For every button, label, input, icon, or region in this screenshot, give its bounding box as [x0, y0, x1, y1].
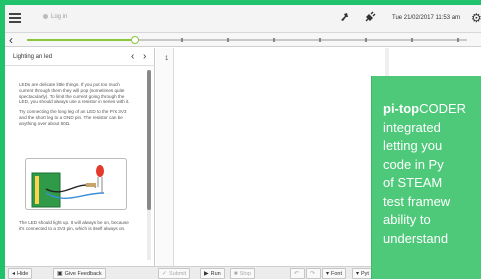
- undo-button[interactable]: ↶: [290, 268, 306, 279]
- user-avatar-icon: [43, 14, 48, 19]
- lesson-header: Lighting an led ‹ ›: [5, 48, 155, 66]
- lesson-timeline: ‹: [5, 33, 481, 47]
- lesson-title: Lighting an led: [13, 54, 53, 60]
- prev-lesson-button[interactable]: ‹: [131, 51, 134, 62]
- timeline-step[interactable]: [273, 38, 275, 42]
- lesson-content: LEDs are delicate little things. If you …: [19, 82, 133, 131]
- font-button[interactable]: ▾ Font: [322, 268, 347, 279]
- timeline-step[interactable]: [365, 38, 367, 42]
- promo-headline: pi-topCODER: [383, 100, 481, 119]
- datetime-display: Tue 21/02/2017 11:53 am: [392, 15, 461, 21]
- timeline-handle[interactable]: [131, 36, 139, 44]
- lesson-panel: Lighting an led ‹ › LEDs are delicate li…: [5, 48, 155, 266]
- line-number: 1: [165, 56, 169, 62]
- lesson-content-lower: The LED should light up. It will always …: [19, 220, 133, 236]
- redo-icon: ↷: [310, 271, 316, 277]
- plug-icon[interactable]: [363, 11, 377, 25]
- gear-icon[interactable]: ⚙: [471, 11, 481, 25]
- top-bar: Log in Tue 21/02/2017 11:53 am ⚙: [5, 5, 481, 33]
- chevron-left-icon[interactable]: ‹: [9, 33, 13, 47]
- lesson-paragraph: LEDs are delicate little things. If you …: [19, 82, 130, 105]
- run-button[interactable]: ▶ Run: [200, 268, 225, 279]
- feedback-label: Give Feedback: [64, 271, 102, 277]
- editor-gutter: 1: [156, 48, 174, 266]
- lesson-paragraph: Try connecting the long leg of an LED to…: [19, 109, 127, 126]
- promo-brand: pi-top: [383, 101, 420, 116]
- stop-icon: ■: [234, 271, 238, 277]
- python-label: Pyt: [361, 271, 369, 277]
- lesson-scrollbar-thumb[interactable]: [147, 70, 151, 210]
- promo-line: understand: [383, 230, 449, 246]
- feedback-icon: ▣: [57, 271, 63, 277]
- promo-panel: pi-topCODER integrated letting you code …: [371, 76, 481, 279]
- promo-line: of STEAM: [383, 175, 443, 190]
- timeline-step[interactable]: [181, 38, 183, 42]
- next-lesson-button[interactable]: ›: [143, 51, 146, 62]
- promo-line: test framew: [383, 193, 451, 209]
- submit-button[interactable]: ✓ Submit: [158, 268, 191, 279]
- timeline-step[interactable]: [227, 38, 229, 42]
- user-login[interactable]: Log in: [43, 14, 67, 20]
- font-label: Font: [331, 271, 343, 277]
- stop-button[interactable]: ■ Stop: [230, 268, 255, 279]
- feedback-button[interactable]: ▣ Give Feedback: [53, 268, 106, 279]
- hide-button[interactable]: ◂ Hide: [8, 268, 33, 279]
- hide-label: Hide: [17, 271, 29, 277]
- circuit-diagram: [25, 158, 127, 210]
- run-label: Run: [210, 271, 221, 277]
- page: { "topbar": { "menu_icon": "hamburger-me…: [0, 0, 481, 279]
- font-size-icon: ▾: [326, 271, 330, 277]
- promo-line: letting you: [383, 138, 443, 153]
- promo-line: code in Py: [383, 156, 444, 172]
- language-icon: ▾: [356, 271, 360, 277]
- stop-label: Stop: [239, 271, 251, 277]
- submit-label: Submit: [169, 271, 187, 277]
- hamburger-menu-icon[interactable]: [9, 13, 21, 24]
- promo-brand-rest: CODER: [419, 101, 467, 116]
- timeline-step[interactable]: [411, 38, 413, 42]
- redo-button[interactable]: ↷: [306, 268, 322, 279]
- undo-icon: ↶: [294, 271, 300, 277]
- lesson-paragraph: The LED should light up. It will always …: [19, 220, 129, 231]
- python-mode-button[interactable]: ▾ Pyt: [352, 268, 373, 279]
- submit-icon: ✓: [162, 271, 168, 277]
- user-login-label: Log in: [51, 14, 68, 21]
- promo-line: ability to: [383, 212, 431, 227]
- timeline-step[interactable]: [457, 38, 459, 42]
- pin-icon[interactable]: [337, 11, 351, 25]
- promo-line: integrated: [383, 119, 441, 135]
- play-icon: ▶: [204, 271, 209, 277]
- timeline-step[interactable]: [319, 38, 321, 42]
- hide-icon: ◂: [12, 271, 16, 277]
- timeline-progress: [27, 39, 135, 41]
